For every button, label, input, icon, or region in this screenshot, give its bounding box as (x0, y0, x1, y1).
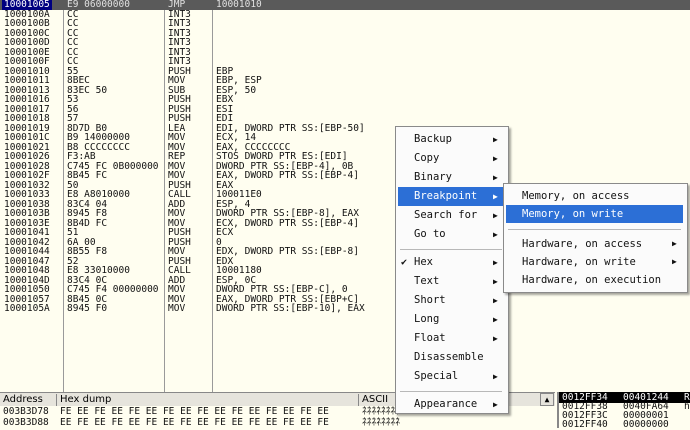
menu-item-label: Text (414, 275, 440, 287)
menu-item-go-to[interactable]: Go to ▶ (398, 225, 504, 244)
menu-item-hex[interactable]: ✔ Hex ▶ (398, 253, 504, 272)
menu-item-search-for[interactable]: Search for ▶ (398, 206, 504, 225)
submenu-arrow-icon: ▶ (493, 296, 498, 305)
submenu-arrow-icon: ▶ (493, 334, 498, 343)
menu-item-label: Special (414, 370, 459, 382)
menu-item-hardware-on-access[interactable]: Hardware, on access ▶ (506, 235, 683, 253)
disasm-addr: 1000105A (4, 303, 50, 314)
menu-item-hardware-on-write[interactable]: Hardware, on write ▶ (506, 253, 683, 271)
stack-pane[interactable]: 0012FF3400401244R0012FF380040FA64he0012F… (557, 392, 690, 430)
menu-item-text[interactable]: Text ▶ (398, 272, 504, 291)
disasm-hex: 8945 F0 (67, 303, 108, 314)
menu-separator (400, 390, 502, 392)
menu-item-long[interactable]: Long ▶ (398, 310, 504, 329)
menu-item-label: Hardware, on execution (522, 274, 662, 286)
submenu-arrow-icon: ▶ (672, 257, 677, 266)
submenu-arrow-icon: ▶ (672, 239, 677, 248)
menu-item-label: Disassemble (414, 351, 484, 363)
dump-hex: EE FE EE FE EE FE EE FE EE FE EE FE EE F… (60, 417, 329, 428)
menu-item-hardware-on-execution[interactable]: Hardware, on execution (506, 271, 683, 289)
dump-hex: FE EE FE EE FE EE FE EE FE EE FE EE FE E… (60, 406, 329, 417)
disasm-mn: MOV (168, 303, 186, 314)
menu-item-special[interactable]: Special ▶ (398, 367, 504, 386)
menu-item-label: Memory, on access (522, 190, 630, 202)
menu-item-label: Binary (414, 171, 452, 183)
dump-addr: 003B3D88 (3, 417, 49, 428)
menu-item-memory-on-write[interactable]: Memory, on write (506, 205, 683, 223)
submenu-arrow-icon: ▶ (493, 192, 498, 201)
submenu-arrow-icon: ▶ (493, 135, 498, 144)
menu-item-label: Float (414, 332, 446, 344)
menu-separator (400, 248, 502, 250)
menu-item-label: Go to (414, 228, 446, 240)
menu-item-label: Hardware, on access (522, 238, 643, 250)
menu-item-binary[interactable]: Binary ▶ (398, 168, 504, 187)
menu-item-label: Hardware, on write (522, 256, 636, 268)
submenu-arrow-icon: ▶ (493, 400, 498, 409)
menu-separator (508, 229, 681, 230)
context-menu: Backup ▶ Copy ▶ Binary ▶ Breakpoint ▶ Search for… (395, 126, 509, 414)
menu-item-short[interactable]: Short ▶ (398, 291, 504, 310)
dump-ascii: ﾈﾈﾈﾈﾈﾈﾈﾈ (362, 417, 401, 428)
menu-item-label: Long (414, 313, 440, 325)
menu-item-label: Short (414, 294, 446, 306)
menu-item-copy[interactable]: Copy ▶ (398, 149, 504, 168)
menu-item-disassemble[interactable]: Disassemble (398, 348, 504, 367)
submenu-arrow-icon: ▶ (493, 315, 498, 324)
dump-addr: 003B3D78 (3, 406, 49, 417)
menu-item-label: Hex (414, 256, 433, 268)
breakpoint-submenu: Memory, on access Memory, on write Hardwar… (503, 183, 688, 293)
menu-item-memory-on-access[interactable]: Memory, on access (506, 187, 683, 205)
submenu-arrow-icon: ▶ (493, 173, 498, 182)
menu-item-appearance[interactable]: Appearance ▶ (398, 395, 504, 414)
disasm-op: DWORD PTR SS:[EBP-10], EAX (216, 303, 365, 314)
scroll-up-button[interactable]: ▲ (540, 393, 554, 406)
menu-item-label: Appearance (414, 398, 478, 410)
menu-item-label: Breakpoint (414, 190, 478, 202)
menu-item-breakpoint[interactable]: Breakpoint ▶ (398, 187, 504, 206)
submenu-arrow-icon: ▶ (493, 211, 498, 220)
menu-item-backup[interactable]: Backup ▶ (398, 130, 504, 149)
submenu-arrow-icon: ▶ (493, 258, 498, 267)
stack-row[interactable]: 0012FF40 00000000 (559, 419, 690, 430)
menu-item-label: Copy (414, 152, 440, 164)
stack-addr: 0012FF40 (562, 419, 608, 430)
submenu-arrow-icon: ▶ (493, 154, 498, 163)
menu-item-label: Backup (414, 133, 452, 145)
submenu-arrow-icon: ▶ (493, 277, 498, 286)
dump-row[interactable]: 003B3D88 EE FE EE FE EE FE EE FE EE FE EE… (0, 417, 555, 428)
menu-item-label: Search for (414, 209, 478, 221)
submenu-arrow-icon: ▶ (493, 230, 498, 239)
menu-item-label: Memory, on write (522, 208, 624, 220)
menu-item-float[interactable]: Float ▶ (398, 329, 504, 348)
stack-val: 00000000 (623, 419, 669, 430)
submenu-arrow-icon: ▶ (493, 372, 498, 381)
checkmark-icon: ✔ (401, 257, 408, 268)
disasm-row[interactable]: 1000105A 8945 F0 MOV DWORD PTR SS:[EBP-10],… (0, 303, 690, 314)
triangle-up-icon: ▲ (544, 395, 550, 404)
